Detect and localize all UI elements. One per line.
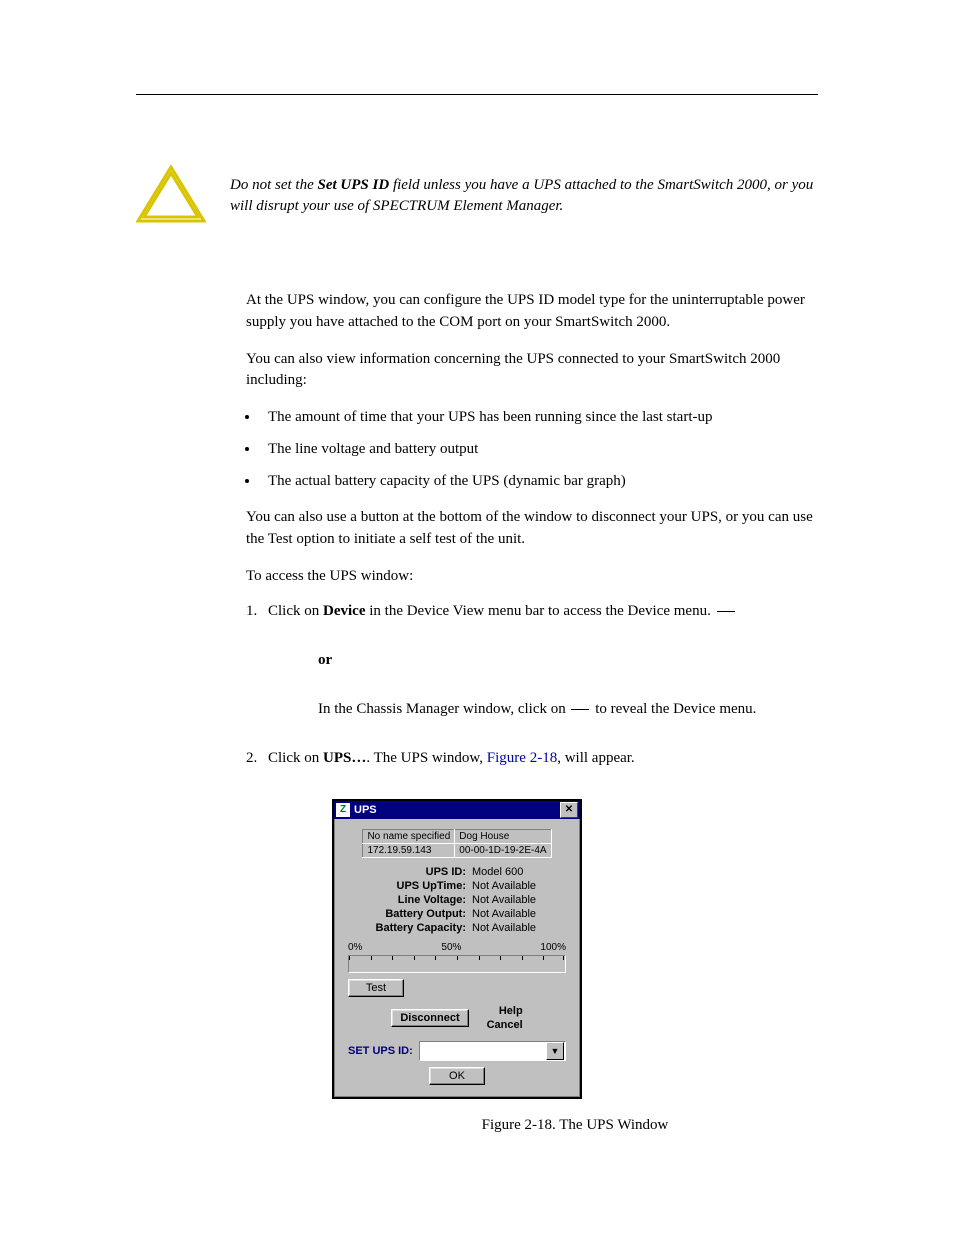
scale-50: 50% [441, 942, 461, 953]
bullet-list: The amount of time that your UPS has bee… [246, 407, 818, 492]
caution-text: Do not set the Set UPS ID field unless y… [230, 165, 818, 230]
step-alt-c: to reveal the Device menu. [595, 701, 756, 717]
step-1-c: in the Device View menu bar to access th… [365, 603, 710, 619]
caution-block: Do not set the Set UPS ID field unless y… [136, 165, 818, 230]
help-link[interactable]: Help [487, 1005, 523, 1017]
scale-0: 0% [348, 942, 362, 953]
caution-text-before: Do not set the [230, 177, 318, 193]
bullet-3: The actual battery capacity of the UPS (… [260, 471, 818, 493]
ups-window: Z UPS ✕ No name specified Dog House 172.… [332, 799, 582, 1099]
uptime-label: UPS UpTime: [348, 880, 472, 892]
em-dash-icon [571, 709, 589, 710]
step-2-a: Click on [268, 750, 323, 766]
step-alt-a: In the Chassis Manager window, click on [318, 701, 569, 717]
step-1: 1. Click on Device in the Device View me… [246, 603, 818, 620]
step-2-link[interactable]: Figure 2-18 [487, 750, 557, 766]
para-1: At the UPS window, you can configure the… [246, 290, 818, 334]
app-icon: Z [336, 803, 350, 817]
set-ups-row: SET UPS ID: ▼ [348, 1041, 566, 1061]
capacity-bar [348, 955, 566, 973]
grid-r2c2: 00-00-1D-19-2E-4A [455, 843, 551, 857]
fields: UPS ID:Model 600 UPS UpTime:Not Availabl… [348, 866, 566, 934]
para-2: You can also view information concerning… [246, 349, 818, 393]
ups-id-value: Model 600 [472, 866, 523, 878]
capacity-scale: 0% 50% 100% [348, 942, 566, 953]
batt-value: Not Available [472, 908, 536, 920]
bullet-2: The line voltage and battery output [260, 439, 818, 461]
line-label: Line Voltage: [348, 894, 472, 906]
line-value: Not Available [472, 894, 536, 906]
cap-label: Battery Capacity: [348, 922, 472, 934]
step-2-num: 2. [246, 750, 268, 767]
test-row: Test [348, 979, 566, 997]
body-column: At the UPS window, you can configure the… [246, 290, 818, 1134]
close-icon[interactable]: ✕ [560, 802, 578, 818]
uptime-value: Not Available [472, 880, 536, 892]
step-alt: In the Chassis Manager window, click on … [318, 701, 818, 718]
cap-value: Not Available [472, 922, 536, 934]
step-1-num: 1. [246, 603, 268, 620]
mid-row: Disconnect Help Cancel [348, 1005, 566, 1031]
right-links: Help Cancel [487, 1005, 523, 1031]
caution-bold: Set UPS ID [318, 177, 390, 193]
grid-r1c2: Dog House [455, 829, 551, 843]
figure-caption: Figure 2-18. The UPS Window [332, 1117, 818, 1134]
step-2-d: , will appear. [557, 750, 634, 766]
para-4: To access the UPS window: [246, 566, 818, 588]
cancel-link[interactable]: Cancel [487, 1019, 523, 1031]
step-or: or [318, 652, 818, 669]
grid-r1c1: No name specified [363, 829, 455, 843]
grid-r2c1: 172.19.59.143 [363, 843, 455, 857]
set-ups-dropdown[interactable]: ▼ [419, 1041, 566, 1061]
top-rule [136, 94, 818, 95]
test-button[interactable]: Test [348, 979, 404, 997]
ok-row: OK [334, 1067, 580, 1085]
chevron-down-icon[interactable]: ▼ [546, 1042, 564, 1060]
ok-button[interactable]: OK [429, 1067, 485, 1085]
batt-label: Battery Output: [348, 908, 472, 920]
bullet-1: The amount of time that your UPS has bee… [260, 407, 818, 429]
step-1-kw: Device [323, 603, 365, 619]
or-label: or [318, 652, 332, 668]
para-3: You can also use a button at the bottom … [246, 507, 818, 551]
step-2-kw: UPS… [323, 750, 366, 766]
figure-ups-window: Z UPS ✕ No name specified Dog House 172.… [332, 799, 818, 1134]
window-title: UPS [354, 804, 560, 816]
em-dash-1 [717, 611, 735, 612]
scale-100: 100% [540, 942, 566, 953]
set-ups-label: SET UPS ID: [348, 1045, 413, 1057]
step-2-c: . The UPS window, [366, 750, 486, 766]
step-1-a: Click on [268, 603, 323, 619]
titlebar: Z UPS ✕ [334, 801, 580, 819]
ups-id-label: UPS ID: [348, 866, 472, 878]
step-2: 2. Click on UPS…. The UPS window, Figure… [246, 750, 818, 767]
device-info-grid: No name specified Dog House 172.19.59.14… [362, 829, 551, 858]
manual-page: Do not set the Set UPS ID field unless y… [0, 0, 954, 1214]
disconnect-button[interactable]: Disconnect [391, 1009, 468, 1027]
caution-icon [136, 165, 206, 230]
